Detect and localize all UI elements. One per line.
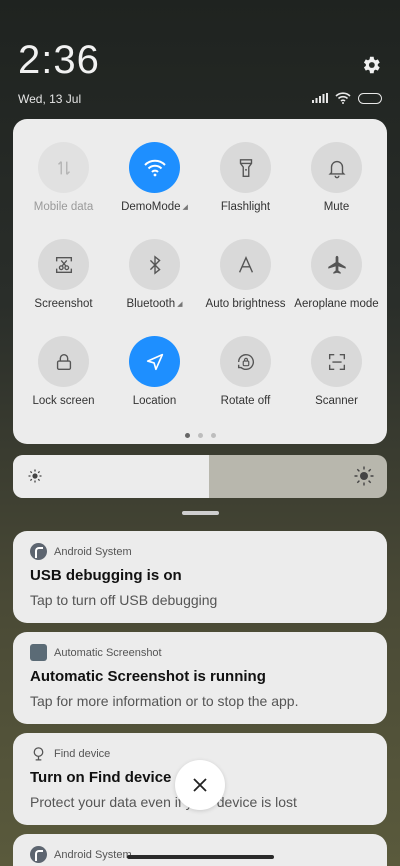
tile-label: Auto brightness	[205, 298, 286, 310]
wifi-icon	[129, 142, 180, 193]
tile-lock-screen[interactable]: Lock screen	[18, 336, 109, 433]
tile-label: Bluetooth	[126, 298, 176, 310]
tile-mobile-data[interactable]: Mobile data	[18, 142, 109, 239]
notification-app-row: Find device	[30, 745, 110, 762]
notification-app-name: Android System	[54, 545, 132, 558]
tile-auto-brightness[interactable]: Auto brightness	[200, 239, 291, 336]
tile-label: DemoMode	[121, 201, 181, 213]
page-dot[interactable]	[197, 433, 203, 438]
tile-label: Mute	[323, 201, 350, 213]
notification-card[interactable]: Automatic Screenshot Automatic Screensho…	[13, 632, 387, 724]
battery-icon	[358, 92, 382, 104]
tile-bluetooth[interactable]: Bluetooth ◢	[109, 239, 200, 336]
tile-label: Mobile data	[33, 201, 94, 213]
notification-card[interactable]: Android System USB debugging is on Tap t…	[13, 531, 387, 623]
android-system-icon	[30, 846, 47, 863]
rotate-lock-icon	[220, 336, 271, 387]
tile-label: Rotate off	[220, 395, 271, 407]
notification-app-name: Automatic Screenshot	[54, 646, 162, 659]
page-dot[interactable]	[184, 433, 190, 438]
notification-body: Protect your data even if your device is…	[30, 794, 297, 810]
tile-label: Aeroplane mode	[294, 298, 379, 310]
tile-scanner[interactable]: Scanner	[291, 336, 382, 433]
tile-label: Location	[132, 395, 177, 407]
android-system-icon	[30, 543, 47, 560]
expand-triangle-icon: ◢	[177, 301, 183, 308]
tile-label: Flashlight	[220, 201, 271, 213]
tile-label: Screenshot	[34, 298, 93, 310]
tile-screenshot[interactable]: Screenshot	[18, 239, 109, 336]
bluetooth-icon	[129, 239, 180, 290]
clock-time: 2:36	[18, 38, 100, 82]
notification-title: Turn on Find device	[30, 769, 172, 786]
tile-mute[interactable]: Mute	[291, 142, 382, 239]
quick-settings-panel: Mobile data DemoMode ◢ Flashlight Mute S…	[13, 119, 387, 444]
brightness-fill	[13, 455, 210, 498]
notification-title: USB debugging is on	[30, 567, 182, 584]
notification-body: Tap to turn off USB debugging	[30, 592, 218, 608]
tile-label: Lock screen	[32, 395, 95, 407]
gear-icon[interactable]	[360, 54, 382, 76]
notification-app-row: Automatic Screenshot	[30, 644, 162, 661]
expand-triangle-icon: ◢	[182, 204, 188, 211]
brightness-low-icon	[28, 469, 42, 483]
date-label: Wed, 13 Jul	[18, 92, 82, 106]
location-icon	[129, 336, 180, 387]
notification-app-row: Android System	[30, 543, 132, 560]
close-icon	[193, 778, 207, 792]
notification-app-name: Find device	[54, 747, 111, 760]
scanner-icon	[311, 336, 362, 387]
page-dot[interactable]	[210, 433, 216, 438]
page-indicator	[13, 433, 387, 438]
tile-label: Scanner	[315, 395, 358, 407]
wifi-status-icon	[335, 92, 351, 104]
notification-title: Automatic Screenshot is running	[30, 668, 266, 685]
airplane-icon	[311, 239, 362, 290]
screenshot-icon	[38, 239, 89, 290]
auto-brightness-icon	[220, 239, 271, 290]
status-icons	[312, 92, 382, 104]
tile-label-row: DemoMode ◢	[121, 201, 188, 213]
notification-app-row: Android System	[30, 846, 132, 863]
tile-flashlight[interactable]: Flashlight	[200, 142, 291, 239]
notification-app-name: Android System	[54, 848, 132, 861]
brightness-slider[interactable]	[13, 455, 387, 498]
brightness-high-icon	[354, 466, 374, 486]
tile-aeroplane-mode[interactable]: Aeroplane mode	[291, 239, 382, 336]
bell-icon	[311, 142, 362, 193]
clear-all-button[interactable]	[175, 760, 225, 810]
lock-icon	[38, 336, 89, 387]
tile-rotate-off[interactable]: Rotate off	[200, 336, 291, 433]
tile-label-row: Bluetooth ◢	[127, 298, 183, 310]
mobile-data-icon	[38, 142, 89, 193]
gesture-nav-bar[interactable]	[127, 855, 274, 859]
find-device-icon	[33, 747, 44, 761]
quick-settings-grid: Mobile data DemoMode ◢ Flashlight Mute S…	[13, 142, 387, 433]
notification-card[interactable]: Android System	[13, 834, 387, 866]
tile-location[interactable]: Location	[109, 336, 200, 433]
signal-icon	[312, 93, 328, 103]
notification-body: Tap for more information or to stop the …	[30, 693, 299, 709]
tile-demomode[interactable]: DemoMode ◢	[109, 142, 200, 239]
flashlight-icon	[220, 142, 271, 193]
automatic-screenshot-icon	[30, 644, 47, 661]
drag-handle[interactable]	[182, 511, 219, 515]
